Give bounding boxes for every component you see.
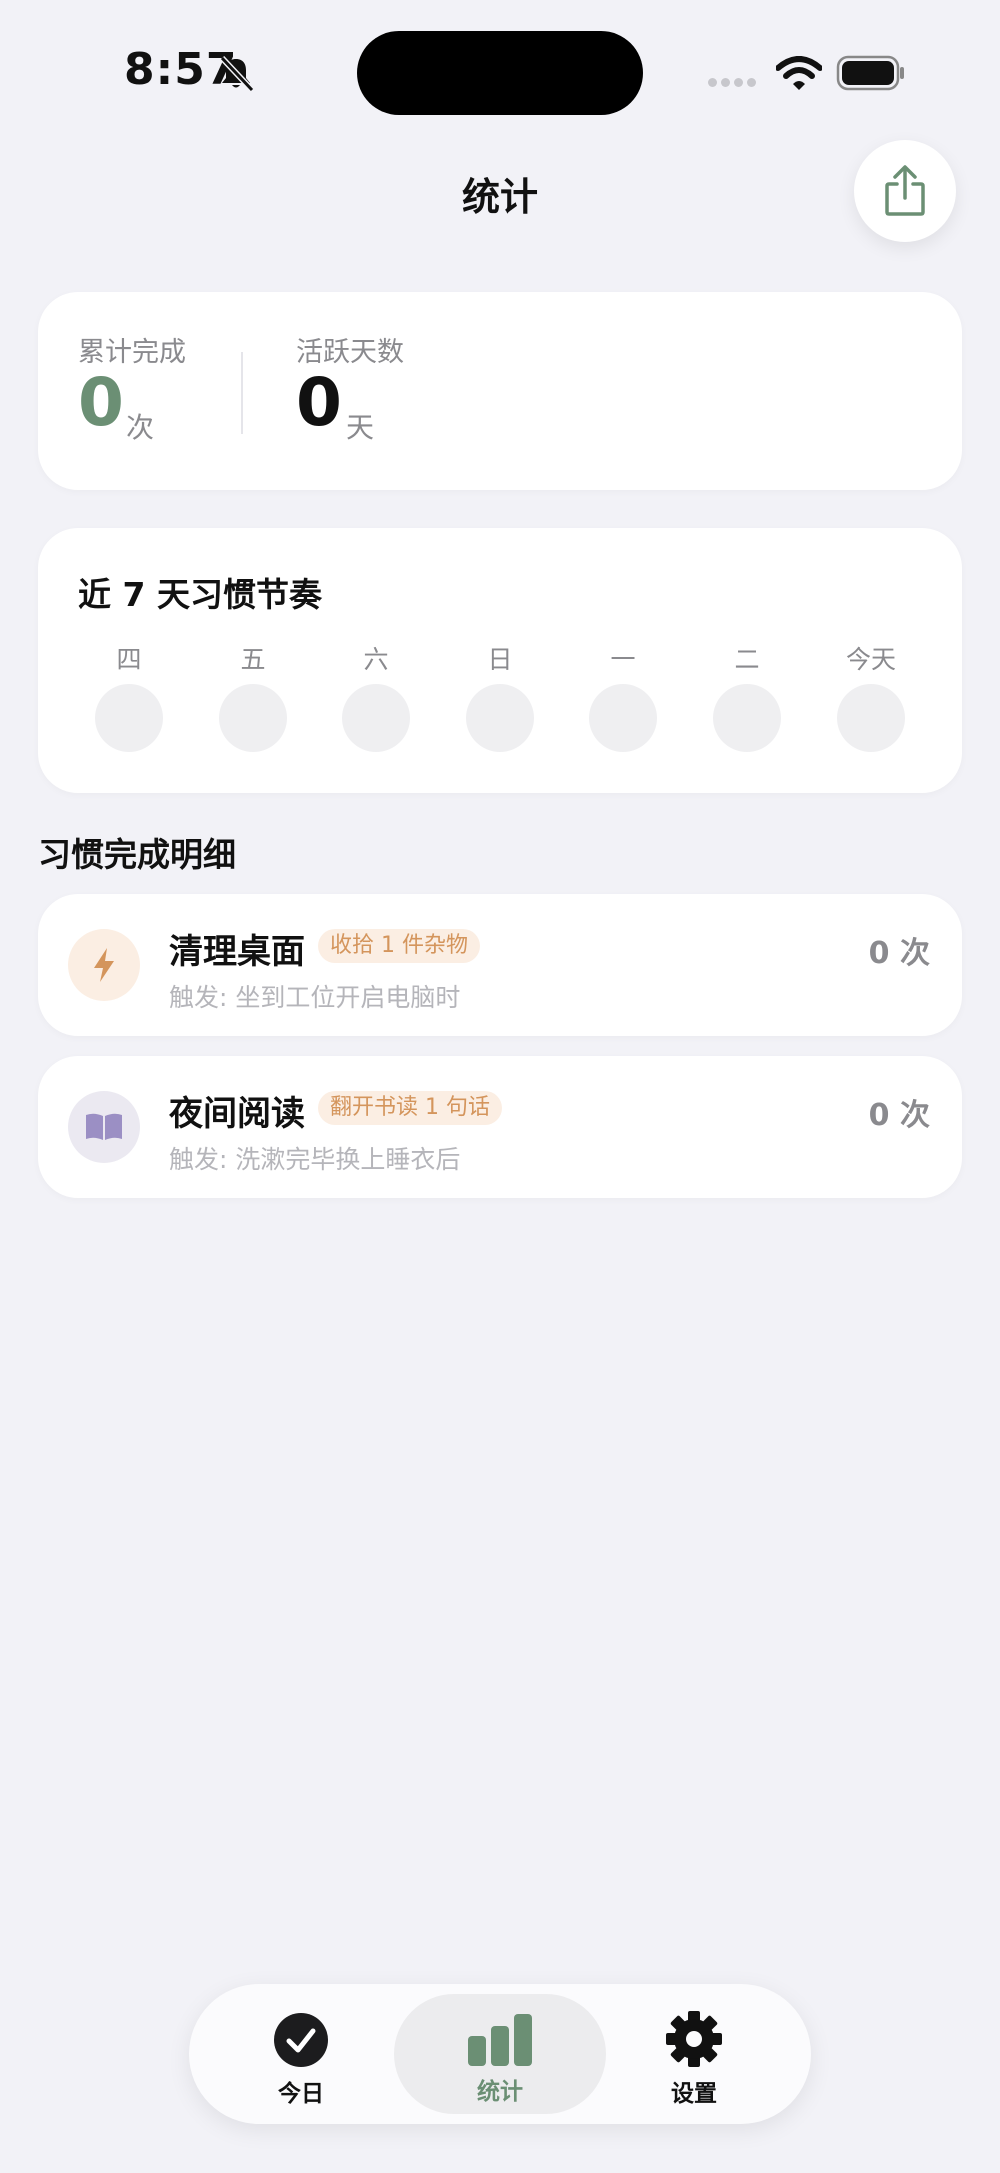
day-dot: [837, 684, 905, 752]
day-dot: [219, 684, 287, 752]
tab-today[interactable]: 今日: [244, 1994, 358, 2114]
habit-name: 夜间阅读: [169, 1094, 305, 1134]
day-label: 今天: [845, 645, 896, 674]
active-days-unit: 天: [346, 411, 375, 444]
lightning-icon: [94, 948, 114, 982]
tab-label: 今日: [278, 2081, 324, 2107]
habit-name: 清理桌面: [169, 932, 305, 972]
total-completed-unit: 次: [126, 411, 155, 444]
stat-divider: [241, 352, 243, 434]
day-label: 二: [734, 645, 760, 674]
day-column: 今天: [836, 640, 906, 752]
bar-chart-icon: [468, 2014, 532, 2066]
day-label: 六: [363, 645, 389, 674]
habit-count: 0 次: [868, 936, 930, 971]
day-dot: [713, 684, 781, 752]
page-title: 统计: [461, 175, 538, 219]
active-days-value: 0: [296, 364, 342, 441]
habit-count: 0 次: [868, 1098, 930, 1133]
tab-settings[interactable]: 设置: [637, 1994, 751, 2114]
details-section-title: 习惯完成明细: [38, 835, 236, 874]
day-label: 四: [116, 645, 142, 674]
day-dot: [342, 684, 410, 752]
habit-card-night-reading[interactable]: 夜间阅读 翻开书读 1 句话 触发: 洗漱完毕换上睡衣后 0 次: [38, 1056, 962, 1198]
week-rhythm-card: 近 7 天习惯节奏 四 五 六 日 一 二 今天: [38, 528, 962, 793]
day-column: 五: [218, 640, 288, 752]
habit-icon-badge: [68, 1091, 140, 1163]
tab-bar: 今日 统计 设置: [189, 1984, 811, 2124]
day-dot: [589, 684, 657, 752]
day-dot: [95, 684, 163, 752]
habit-card-clean-desk[interactable]: 清理桌面 收拾 1 件杂物 触发: 坐到工位开启电脑时 0 次: [38, 894, 962, 1036]
habit-tag: 收拾 1 件杂物: [318, 929, 480, 963]
day-label: 一: [610, 645, 636, 674]
habit-trigger: 触发: 洗漱完毕换上睡衣后: [169, 1145, 461, 1174]
wifi-icon: [776, 56, 822, 90]
summary-card: 累计完成 0 次 活跃天数 0 天: [38, 292, 962, 490]
tab-stats[interactable]: 统计: [394, 1994, 606, 2114]
day-column: 二: [712, 640, 782, 752]
tab-label: 统计: [477, 2079, 523, 2105]
dynamic-island: [357, 31, 643, 115]
habit-tag: 翻开书读 1 句话: [318, 1091, 502, 1125]
day-column: 六: [341, 640, 411, 752]
book-icon: [86, 1113, 122, 1140]
bell-slash-icon: [219, 55, 255, 93]
day-dot: [466, 684, 534, 752]
day-column: 一: [588, 640, 658, 752]
day-column: 日: [465, 640, 535, 752]
habit-icon-badge: [68, 929, 140, 1001]
total-completed-value: 0: [78, 364, 124, 441]
week-rhythm-title: 近 7 天习惯节奏: [78, 575, 322, 614]
day-column: 四: [94, 640, 164, 752]
battery-icon: [836, 55, 904, 91]
share-icon: [885, 165, 925, 216]
check-circle-icon: [274, 2013, 328, 2067]
gear-icon: [666, 2011, 722, 2067]
day-label: 日: [487, 645, 513, 674]
habit-trigger: 触发: 坐到工位开启电脑时: [169, 983, 461, 1012]
day-label: 五: [240, 645, 266, 674]
share-button[interactable]: [854, 140, 956, 242]
cellular-signal-icon: [708, 78, 756, 87]
tab-label: 设置: [671, 2081, 717, 2107]
